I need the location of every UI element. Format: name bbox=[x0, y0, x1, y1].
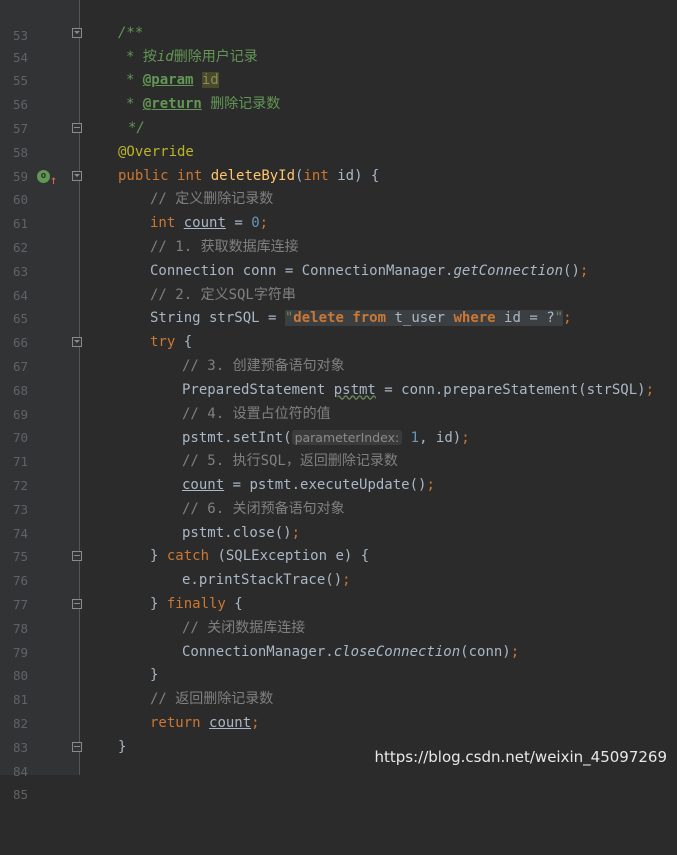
line-comment: // 6. 关闭预备语句对象 bbox=[182, 500, 345, 517]
statement: return count; bbox=[150, 715, 260, 731]
code-line: 54 /** bbox=[0, 22, 677, 65]
fold-open-icon[interactable] bbox=[72, 337, 82, 348]
watermark: https://blog.csdn.net/weixin_45097269 bbox=[374, 748, 667, 766]
statement: String strSQL = "delete from t_user wher… bbox=[150, 310, 572, 327]
code-line: 73 count = pstmt.executeUpdate(); bbox=[0, 474, 677, 517]
code-line: 76 } catch (SQLException e) { bbox=[0, 545, 677, 588]
code-line: 66 String strSQL = "delete from t_user w… bbox=[0, 307, 677, 350]
code-line: 68 // 3. 创建预备语句对象 bbox=[0, 355, 677, 398]
statement: ConnectionManager.closeConnection(conn); bbox=[182, 643, 520, 660]
line-comment: // 3. 创建预备语句对象 bbox=[182, 358, 345, 374]
code-line: 69 PreparedStatement pstmt = conn.prepar… bbox=[0, 379, 677, 422]
annotation: @Override bbox=[118, 143, 194, 160]
sql-string: delete from t_user where id = ? bbox=[293, 310, 555, 327]
line-comment: // 定义删除记录数 bbox=[150, 191, 274, 208]
code-line: 62 int count = 0; bbox=[0, 212, 677, 255]
code-line: 82 // 返回删除记录数 bbox=[0, 688, 677, 731]
variable-count: count bbox=[209, 715, 252, 731]
code-line: 65 // 2. 定义SQL字符串 bbox=[0, 284, 677, 327]
override-method-icon[interactable]: o bbox=[37, 169, 50, 183]
code-line: 74 // 6. 关闭预备语句对象 bbox=[0, 498, 677, 541]
doc-tag: @return bbox=[142, 96, 202, 113]
fold-open-icon[interactable] bbox=[72, 28, 82, 38]
variable-pstmt: pstmt bbox=[333, 381, 376, 398]
code-line: 81 } bbox=[0, 664, 677, 707]
code-line: 55 * 按id删除用户记录 bbox=[0, 46, 677, 89]
code-line: 58 */ bbox=[0, 117, 677, 160]
statement: pstmt.close(); bbox=[182, 524, 301, 541]
statement: } finally { bbox=[150, 596, 243, 612]
code-line: 78 } finally { bbox=[0, 593, 677, 636]
line-comment: // 返回删除记录数 bbox=[150, 691, 274, 708]
doc-comment: * @return 删除记录数 bbox=[126, 96, 281, 113]
statement: Connection conn = ConnectionManager.getC… bbox=[150, 262, 589, 279]
brace: } bbox=[118, 738, 127, 755]
fold-close-icon[interactable] bbox=[72, 741, 82, 752]
code-line: 80 ConnectionManager.closeConnection(con… bbox=[0, 641, 677, 684]
code-line: 71 pstmt.setInt(parameterIndex: 1, id); bbox=[0, 426, 677, 469]
doc-comment: * 按id删除用户记录 bbox=[126, 48, 258, 65]
statement: int count = 0; bbox=[150, 215, 269, 232]
code-line: 83 return count; bbox=[0, 712, 677, 755]
statement: pstmt.setInt(parameterIndex: 1, id); bbox=[182, 430, 470, 447]
code-line: 72 // 5. 执行SQL，返回删除记录数 bbox=[0, 450, 677, 493]
fold-close-icon[interactable] bbox=[72, 551, 82, 562]
code-line: 67 try { bbox=[0, 331, 677, 374]
line-comment: // 关闭数据库连接 bbox=[182, 619, 306, 636]
statement: PreparedStatement pstmt = conn.prepareSt… bbox=[182, 381, 655, 398]
line-number: 85 bbox=[12, 787, 28, 803]
code-line: 77 e.printStackTrace(); bbox=[0, 569, 677, 612]
statement: e.printStackTrace(); bbox=[182, 572, 351, 589]
code-line: 70 // 4. 设置占位符的值 bbox=[0, 403, 677, 446]
code-line: 60 o ↑ public int deleteById(int id) { bbox=[0, 165, 677, 208]
line-comment: // 2. 定义SQL字符串 bbox=[150, 286, 296, 303]
fold-close-icon[interactable] bbox=[72, 599, 82, 609]
code-line: 59 @Override bbox=[0, 141, 677, 184]
fold-close-icon[interactable] bbox=[72, 123, 82, 133]
brace: } bbox=[150, 667, 159, 684]
doc-tag: @param bbox=[142, 72, 194, 89]
fold-open-icon[interactable] bbox=[72, 170, 82, 181]
doc-comment: */ bbox=[128, 120, 145, 136]
statement: } catch (SQLException e) { bbox=[150, 548, 370, 565]
method-signature: public int deleteById(int id) { bbox=[118, 167, 380, 184]
line-comment: // 1. 获取数据库连接 bbox=[150, 239, 299, 255]
variable-count: count bbox=[183, 215, 226, 232]
code-line: 53 bbox=[0, 0, 677, 43]
code-line: 61 // 定义删除记录数 bbox=[0, 188, 677, 231]
doc-comment: /** bbox=[118, 25, 144, 41]
code-line: 79 // 关闭数据库连接 bbox=[0, 617, 677, 660]
code-line: 56 * @param id bbox=[0, 69, 677, 112]
line-comment: // 4. 设置占位符的值 bbox=[182, 405, 331, 422]
method-name: deleteById bbox=[210, 167, 296, 184]
variable-count: count bbox=[182, 477, 225, 493]
code-line: 57 * @return 删除记录数 bbox=[0, 93, 677, 136]
statement: count = pstmt.executeUpdate(); bbox=[182, 477, 435, 493]
line-comment: // 5. 执行SQL，返回删除记录数 bbox=[182, 453, 398, 470]
doc-comment: * @param id bbox=[126, 72, 219, 89]
code-line: 64 Connection conn = ConnectionManager.g… bbox=[0, 260, 677, 303]
parameter-hint: parameterIndex: bbox=[291, 430, 403, 446]
statement: try { bbox=[150, 334, 193, 351]
code-line: 63 // 1. 获取数据库连接 bbox=[0, 236, 677, 279]
doc-param: id bbox=[201, 72, 219, 89]
code-line: 75 pstmt.close(); bbox=[0, 522, 677, 565]
